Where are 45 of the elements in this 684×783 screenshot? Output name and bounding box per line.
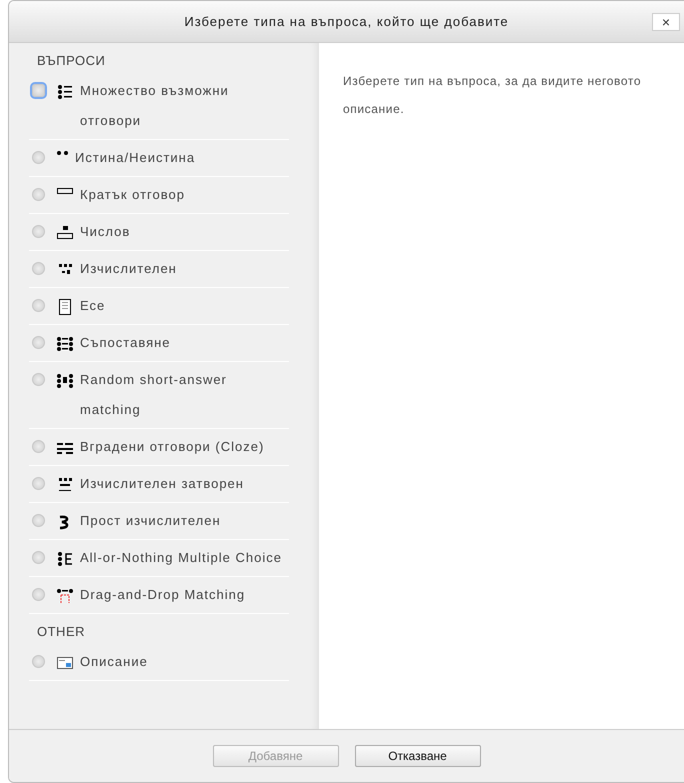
option-label[interactable]: Изчислителен (80, 254, 289, 284)
radio-button[interactable] (32, 440, 45, 453)
blocks-icon (57, 440, 73, 456)
radio-button[interactable] (32, 84, 45, 97)
radio-button[interactable] (32, 655, 45, 668)
radio-button[interactable] (32, 477, 45, 490)
option-label[interactable]: Изчислителен затворен (80, 469, 289, 499)
option-label[interactable]: Числов (80, 217, 289, 247)
option-label[interactable]: Drag-and-Drop Matching (80, 580, 289, 610)
section-heading: OTHER (36, 623, 86, 641)
option-label[interactable]: Random short-answer matching (80, 365, 289, 425)
radio-button[interactable] (32, 299, 45, 312)
option-label[interactable]: Съпоставяне (80, 328, 289, 358)
dots-element-icon (57, 551, 73, 567)
radio-button[interactable] (32, 188, 45, 201)
option-label[interactable]: Множество възможни отговори (80, 76, 289, 136)
cancel-button[interactable]: Отказване (354, 745, 480, 767)
number-box-icon (57, 225, 73, 241)
radio-button[interactable] (32, 551, 45, 564)
option-label[interactable]: Есе (80, 291, 289, 321)
radio-button[interactable] (32, 151, 45, 164)
option-label[interactable]: All-or-Nothing Multiple Choice (80, 543, 289, 573)
image-card-icon (57, 655, 73, 671)
radio-button[interactable] (32, 225, 45, 238)
description-text: Изберете тип на въпроса, за да видите неговото описание. (343, 73, 642, 118)
option-label[interactable]: Вградени отговори (Cloze) (80, 432, 289, 462)
two-dots-icon (57, 151, 68, 155)
option-label[interactable]: Кратък отговор (80, 180, 289, 210)
radio-button[interactable] (32, 262, 45, 275)
radio-button[interactable] (32, 514, 45, 527)
option-label[interactable]: Описание (80, 647, 289, 677)
radio-button[interactable] (32, 336, 45, 349)
close-button[interactable]: × (652, 13, 680, 31)
option-label[interactable]: Прост изчислителен (80, 506, 289, 536)
dot-grid-icon (57, 373, 73, 389)
option-label[interactable]: Истина/Неистина (75, 143, 289, 173)
text-box-icon (57, 188, 73, 194)
section-heading: ВЪПРОСИ (36, 52, 106, 70)
drag-lines-icon (57, 588, 73, 604)
radio-button[interactable] (32, 588, 45, 601)
dot-grid-icon (57, 336, 73, 352)
document-icon (57, 299, 73, 315)
dialog-title: Изберете типа на въпроса, който ще добавите (184, 14, 509, 29)
radio-button[interactable] (32, 373, 45, 386)
bullet-list-icon (57, 84, 73, 100)
